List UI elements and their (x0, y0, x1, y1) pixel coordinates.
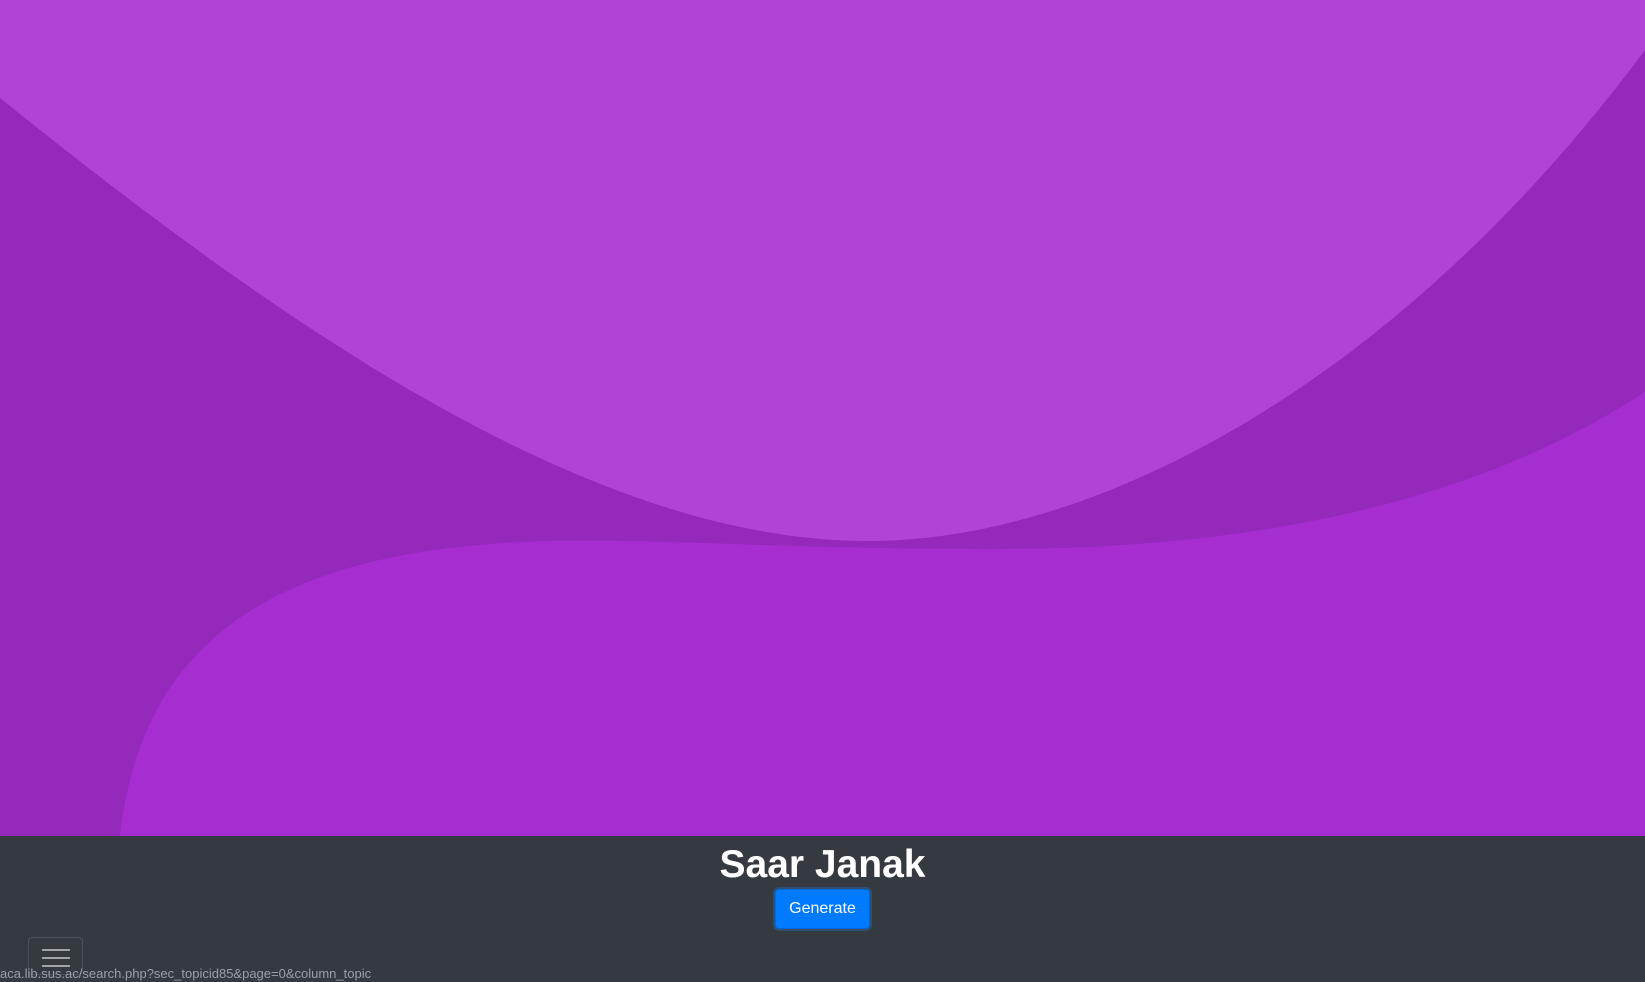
footer-bar: Saar Janak Generate aca.lib.sus.ac/searc… (0, 836, 1645, 981)
hamburger-menu-icon (42, 949, 70, 967)
generate-button[interactable]: Generate (775, 889, 870, 929)
wave-graphic (0, 0, 1645, 836)
status-bar-url: aca.lib.sus.ac/search.php?sec_topicid85&… (0, 966, 372, 981)
hero-background (0, 0, 1645, 836)
page-title: Saar Janak (719, 843, 926, 886)
